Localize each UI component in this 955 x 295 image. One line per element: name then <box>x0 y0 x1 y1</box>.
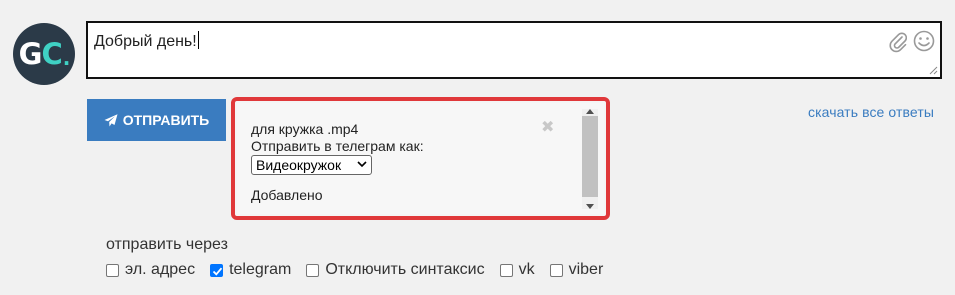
send-button[interactable]: ОТПРАВИТЬ <box>87 99 226 141</box>
email-checkbox[interactable] <box>106 263 119 277</box>
attachment-panel: для кружка .mp4 Отправить в телеграм как… <box>231 97 610 220</box>
send-as-select[interactable]: Видеокружок <box>251 155 372 175</box>
option-vk[interactable]: vk <box>499 261 535 279</box>
email-label: эл. адрес <box>125 261 196 278</box>
attachment-file-name: для кружка .mp4 <box>251 121 359 137</box>
send-as-select-value: Видеокружок <box>256 157 342 173</box>
send-via-options: эл. адрес telegram Отключить синтаксис v… <box>106 261 618 279</box>
scroll-up-arrow-icon[interactable] <box>586 109 594 114</box>
resize-handle-icon[interactable] <box>929 66 938 75</box>
telegram-label: telegram <box>229 261 292 278</box>
avatar-letter-g: G <box>18 37 43 71</box>
scroll-down-arrow-icon[interactable] <box>586 204 594 209</box>
option-email[interactable]: эл. адрес <box>106 261 195 279</box>
disable-syntax-checkbox[interactable] <box>306 263 320 277</box>
disable-syntax-label: Отключить синтаксис <box>325 261 485 278</box>
avatar: GC. <box>13 23 75 85</box>
avatar-dot: . <box>62 46 71 70</box>
paper-plane-icon <box>104 113 118 126</box>
checkmark-icon <box>212 267 223 276</box>
close-icon[interactable]: ✖ <box>541 117 554 136</box>
vk-label: vk <box>518 261 535 278</box>
attachment-panel-body: для кружка .mp4 Отправить в телеграм как… <box>237 103 604 214</box>
download-all-answers-link[interactable]: скачать все ответы <box>808 104 934 120</box>
text-caret <box>197 31 199 49</box>
message-text[interactable]: Добрый день! <box>94 31 199 51</box>
telegram-checkbox[interactable] <box>210 263 224 277</box>
paperclip-icon[interactable] <box>889 31 907 53</box>
viber-checkbox[interactable] <box>549 263 563 277</box>
message-text-value: Добрый день! <box>94 33 197 50</box>
option-disable-syntax[interactable]: Отключить синтаксис <box>306 261 485 279</box>
option-viber[interactable]: viber <box>549 261 604 279</box>
vk-checkbox[interactable] <box>499 263 513 277</box>
avatar-letter-c: C <box>41 37 62 71</box>
viber-label: viber <box>568 261 604 278</box>
chevron-down-icon <box>357 161 367 168</box>
attachment-status: Добавлено <box>251 187 323 203</box>
message-input[interactable]: Добрый день! <box>86 21 942 79</box>
smile-icon[interactable] <box>913 30 935 52</box>
send-via-label: отправить через <box>106 236 228 253</box>
send-as-label: Отправить в телеграм как: <box>251 138 424 154</box>
scrollbar-thumb[interactable] <box>582 116 598 197</box>
option-telegram[interactable]: telegram <box>210 261 291 279</box>
send-button-label: ОТПРАВИТЬ <box>122 112 210 128</box>
